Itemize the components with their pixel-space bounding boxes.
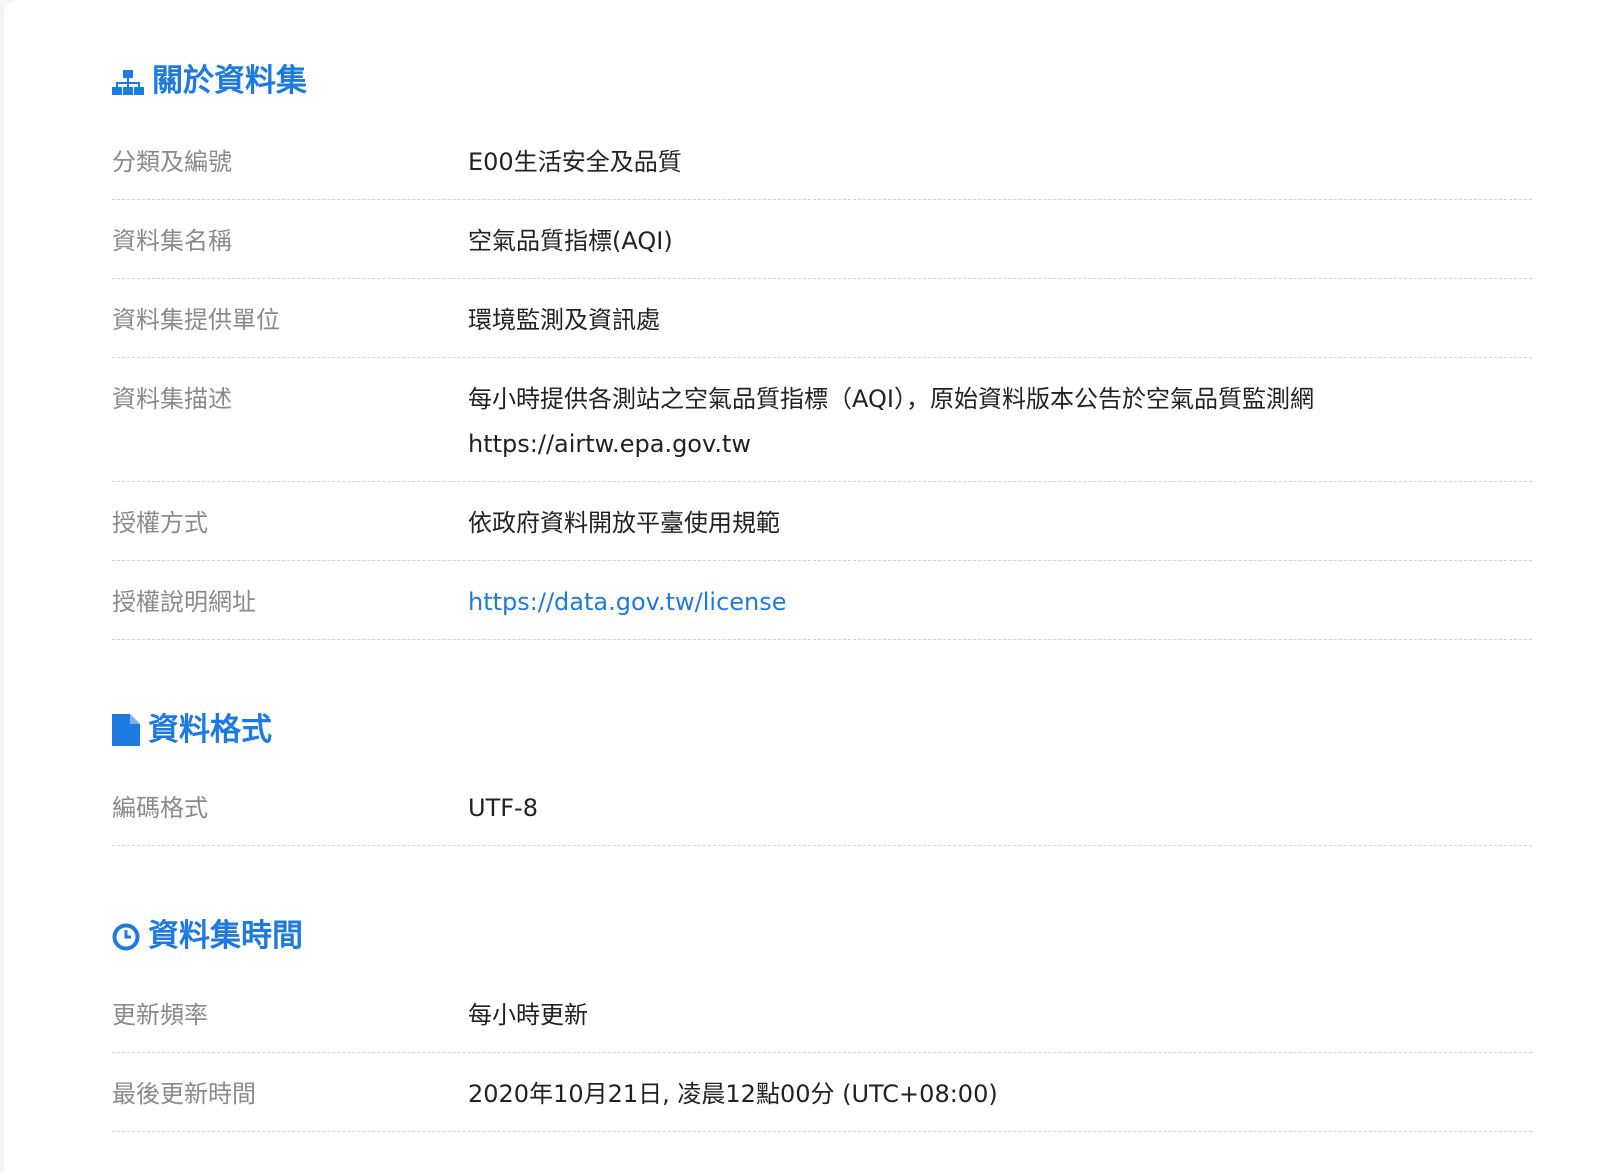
row-label: 更新頻率 (112, 1001, 208, 1029)
row-encoding: 編碼格式 UTF-8 (112, 786, 1532, 846)
row-category: 分類及編號 E00生活安全及品質 (112, 140, 1532, 200)
clock-icon (112, 923, 140, 951)
row-label: 資料集提供單位 (112, 306, 280, 334)
sitemap-icon (112, 68, 144, 96)
section-title-time: 資料集時間 (112, 921, 303, 952)
row-license-url: 授權說明網址 https://data.gov.tw/license (112, 580, 1532, 640)
row-value: UTF-8 (468, 794, 538, 822)
row-last-updated: 最後更新時間 2020年10月21日, 凌晨12點00分 (UTC+08:00) (112, 1072, 1532, 1132)
row-label: 授權說明網址 (112, 588, 256, 616)
license-link[interactable]: https://data.gov.tw/license (468, 588, 787, 616)
row-value: E00生活安全及品質 (468, 148, 682, 176)
row-label: 分類及編號 (112, 148, 232, 176)
file-icon (112, 714, 140, 746)
row-update-frequency: 更新頻率 每小時更新 (112, 993, 1532, 1053)
row-label: 資料集描述 (112, 385, 232, 413)
row-value: https://data.gov.tw/license (468, 580, 1528, 624)
row-value-line1: 每小時提供各測站之空氣品質指標（AQI），原始資料版本公告於空氣品質監測網 (468, 385, 1314, 413)
section-title-format: 資料格式 (112, 714, 272, 746)
section-title-text: 資料集時間 (148, 918, 303, 954)
section-title-text: 關於資料集 (152, 63, 307, 99)
row-label: 授權方式 (112, 509, 208, 537)
row-value: 空氣品質指標(AQI) (468, 227, 673, 255)
row-value: 2020年10月21日, 凌晨12點00分 (UTC+08:00) (468, 1080, 998, 1108)
dataset-info-card: 關於資料集 分類及編號 E00生活安全及品質 資料集名稱 空氣品質指標(AQI)… (4, 0, 1600, 1172)
section-title-about: 關於資料集 (112, 66, 307, 97)
row-label: 最後更新時間 (112, 1080, 256, 1108)
row-license-type: 授權方式 依政府資料開放平臺使用規範 (112, 501, 1532, 561)
row-dataset-name: 資料集名稱 空氣品質指標(AQI) (112, 219, 1532, 279)
row-label: 編碼格式 (112, 794, 208, 822)
row-value-line2: https://airtw.epa.gov.tw (468, 430, 751, 458)
row-value: 每小時更新 (468, 1001, 588, 1029)
row-value: 環境監測及資訊處 (468, 306, 660, 334)
row-label: 資料集名稱 (112, 227, 232, 255)
section-title-text: 資料格式 (148, 711, 272, 748)
row-value: 依政府資料開放平臺使用規範 (468, 509, 780, 537)
row-provider: 資料集提供單位 環境監測及資訊處 (112, 298, 1532, 358)
row-description: 資料集描述 每小時提供各測站之空氣品質指標（AQI），原始資料版本公告於空氣品質… (112, 377, 1532, 482)
